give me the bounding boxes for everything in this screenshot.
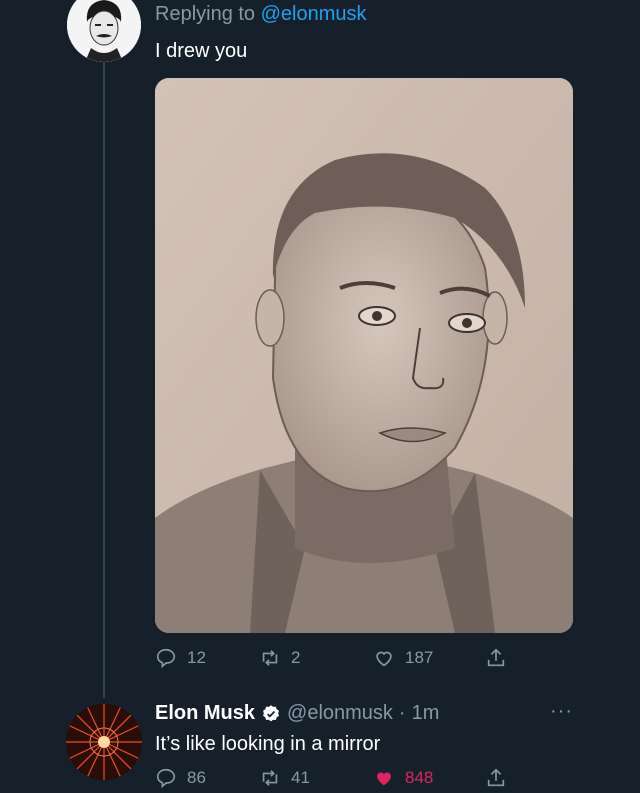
- elon-avatar[interactable]: [66, 704, 142, 780]
- share-button[interactable]: [485, 647, 507, 669]
- author-name[interactable]: Elon Musk: [155, 702, 255, 725]
- heart-filled-icon: [377, 772, 391, 786]
- meta-separator: ·: [398, 702, 406, 724]
- replying-to-prefix: Replying to: [155, 3, 256, 25]
- user-avatar[interactable]: [67, 0, 141, 62]
- reply-tweet-text: It’s like looking in a mirror: [155, 733, 381, 755]
- thread-line: [103, 48, 105, 698]
- retweet-icon: [262, 770, 278, 786]
- original-tweet-actions: 12 2 187: [155, 647, 515, 673]
- original-tweet-text: I drew you: [155, 40, 248, 62]
- replying-to-handle-link[interactable]: @elonmusk: [261, 3, 367, 25]
- retweet-icon: [262, 650, 278, 666]
- reply-count: 86: [187, 768, 206, 787]
- reply-tweet-actions: 86 41 848: [155, 767, 515, 793]
- reply-count: 12: [187, 648, 206, 667]
- replying-to-line: Replying to @elonmusk: [155, 3, 367, 26]
- more-options-icon[interactable]: ···: [550, 700, 573, 723]
- retweet-button[interactable]: 2: [259, 647, 300, 669]
- reply-icon: [156, 648, 176, 669]
- share-button[interactable]: [485, 767, 507, 789]
- share-icon: [487, 768, 505, 787]
- author-handle[interactable]: @elonmusk: [287, 702, 393, 725]
- retweet-count: 2: [291, 648, 301, 667]
- tweet-timestamp[interactable]: 1m: [412, 702, 440, 725]
- like-button[interactable]: 848: [373, 767, 433, 789]
- retweet-count: 41: [291, 768, 310, 787]
- heart-icon: [376, 651, 392, 667]
- reply-button[interactable]: 12: [155, 647, 206, 669]
- like-button[interactable]: 187: [373, 647, 433, 669]
- reply-author-row: Elon Musk @elonmusk · 1m: [155, 702, 439, 725]
- share-icon: [487, 648, 505, 667]
- like-count: 187: [405, 648, 434, 667]
- reply-icon: [156, 768, 176, 789]
- retweet-button[interactable]: 41: [259, 767, 310, 789]
- like-count: 848: [405, 768, 434, 787]
- reply-button[interactable]: 86: [155, 767, 206, 789]
- sketch-image[interactable]: [155, 78, 573, 633]
- verified-badge-icon: [263, 704, 279, 721]
